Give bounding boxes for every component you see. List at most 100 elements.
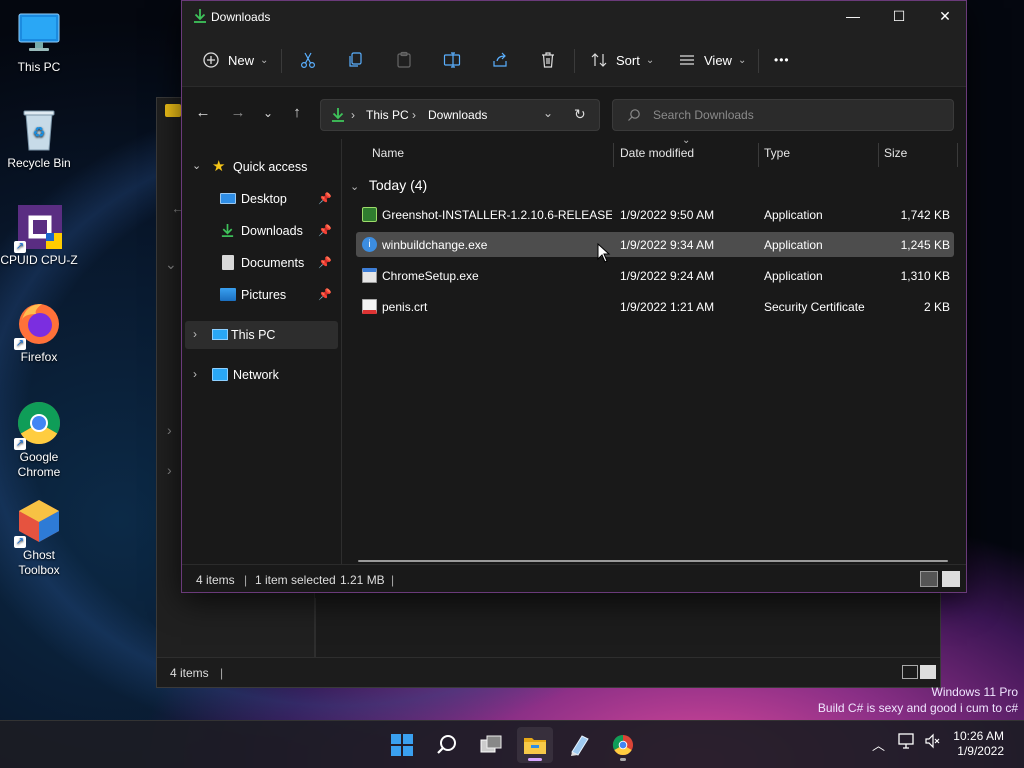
large-icons-view-button[interactable] [942, 571, 960, 587]
sort-arrows-icon [590, 51, 608, 69]
more-options-button[interactable]: ••• [774, 45, 790, 75]
system-clock[interactable]: 10:26 AM 1/9/2022 [953, 729, 1004, 759]
volume-muted-icon[interactable] [924, 733, 942, 752]
table-row[interactable]: i winbuildchange.exe 1/9/2022 9:34 AM Ap… [356, 232, 954, 257]
chevron-right-icon[interactable]: › [193, 367, 197, 381]
chevron-down-icon[interactable]: ⌄ [192, 159, 201, 172]
document-icon [222, 255, 234, 270]
certificate-icon [362, 299, 377, 314]
pane-splitter[interactable] [341, 139, 342, 564]
breadcrumb-this-pc[interactable]: This PC [366, 108, 409, 122]
desktop-icon-cpuz[interactable]: ↗ CPUID CPU-Z [0, 203, 78, 268]
address-row: ← → ⌄ ↑ › This PC › Downloads ⌄ ↻ Search… [182, 87, 966, 139]
windows-start-icon [391, 734, 413, 759]
task-view-button[interactable] [473, 727, 509, 763]
chevron-down-icon: ⌄ [260, 54, 269, 66]
address-dropdown-icon[interactable]: ⌄ [543, 106, 553, 120]
explorer-window[interactable]: Downloads — ☐ ✕ New ⌄ Sort ⌄ View ⌄ ••• … [181, 0, 967, 593]
back-button[interactable]: ← [191, 101, 215, 125]
toolbar-separator [574, 49, 575, 73]
notepad-icon [568, 734, 590, 759]
breadcrumb-separator[interactable]: › [351, 108, 355, 122]
cut-button[interactable] [299, 45, 317, 75]
taskbar: ︿ 10:26 AM 1/9/2022 [0, 720, 1024, 768]
new-button[interactable]: New ⌄ [202, 45, 268, 75]
chevron-right-icon[interactable]: › [167, 462, 172, 478]
nav-item-desktop[interactable]: Desktop 📌 [182, 185, 338, 213]
more-dots-icon: ••• [774, 53, 790, 67]
clock-date: 1/9/2022 [957, 744, 1004, 758]
table-row[interactable]: penis.crt 1/9/2022 1:21 AM Security Cert… [356, 294, 954, 319]
nav-item-network[interactable]: › Network [182, 361, 338, 389]
table-row[interactable]: ChromeSetup.exe 1/9/2022 9:24 AM Applica… [356, 263, 954, 288]
breadcrumb-downloads[interactable]: Downloads [428, 108, 487, 122]
nav-item-pictures[interactable]: Pictures 📌 [182, 281, 338, 309]
column-header-size[interactable]: Size [884, 146, 907, 160]
maximize-button[interactable]: ☐ [876, 1, 922, 33]
background-item-count: 4 items [170, 666, 209, 680]
address-bar[interactable]: › This PC › Downloads ⌄ ↻ [320, 99, 600, 131]
show-hidden-icons-button[interactable]: ︿ [872, 735, 885, 754]
minimize-button[interactable]: — [830, 1, 876, 33]
cpuz-icon: ↗ [14, 203, 62, 253]
desktop-icon-chrome[interactable]: ↗ Google Chrome [0, 400, 78, 480]
table-row[interactable]: Greenshot-INSTALLER-1.2.10.6-RELEASE....… [356, 202, 954, 227]
group-header-today[interactable]: ⌄ Today (4) [350, 177, 427, 193]
copy-button[interactable] [347, 45, 365, 75]
desktop-icon-recycle-bin[interactable]: ♻ Recycle Bin [0, 106, 78, 171]
running-indicator [620, 758, 626, 761]
rename-button[interactable] [443, 45, 461, 75]
paste-button[interactable] [395, 45, 413, 75]
file-type: Application [764, 269, 823, 283]
column-header-date[interactable]: Date modified [620, 146, 694, 160]
taskbar-chrome[interactable] [605, 727, 641, 763]
chevron-right-icon[interactable]: › [167, 422, 172, 438]
chevron-right-icon[interactable]: › [193, 327, 197, 341]
shortcut-arrow-icon: ↗ [14, 241, 26, 253]
desktop-icon-this-pc[interactable]: This PC [0, 10, 78, 75]
desktop-icon-firefox[interactable]: ↗ Firefox [0, 300, 78, 365]
taskbar-notepad[interactable] [561, 727, 597, 763]
taskbar-search-button[interactable] [429, 727, 465, 763]
column-separator[interactable] [613, 143, 614, 167]
close-button[interactable]: ✕ [922, 1, 968, 33]
file-name: penis.crt [382, 300, 428, 314]
column-header-name[interactable]: Name [372, 146, 404, 160]
desktop-icon-label: Ghost Toolbox [18, 548, 60, 577]
file-size: 1,310 KB [900, 269, 950, 283]
recent-locations-button[interactable]: ⌄ [256, 101, 280, 125]
up-button[interactable]: ↑ [285, 101, 309, 125]
watermark-edition: Windows 11 Pro [931, 685, 1018, 699]
view-button[interactable]: View ⌄ [678, 45, 746, 75]
column-separator[interactable] [758, 143, 759, 167]
details-view-icon[interactable] [902, 665, 918, 679]
horizontal-scrollbar[interactable] [358, 560, 948, 562]
details-view-button[interactable] [920, 571, 938, 587]
monitor-icon [212, 329, 228, 340]
nav-item-downloads[interactable]: Downloads 📌 [182, 217, 338, 245]
desktop-icon-ghost-toolbox[interactable]: ↗ Ghost Toolbox [0, 498, 78, 578]
column-header-type[interactable]: Type [764, 146, 790, 160]
nav-item-documents[interactable]: Documents 📌 [182, 249, 338, 277]
refresh-icon[interactable]: ↻ [574, 106, 586, 123]
breadcrumb-separator[interactable]: › [412, 108, 416, 122]
file-date: 1/9/2022 9:34 AM [620, 238, 715, 252]
taskbar-file-explorer[interactable] [517, 727, 553, 763]
nav-quick-access[interactable]: ⌄ ★ Quick access [182, 153, 338, 181]
tiles-view-icon[interactable] [920, 665, 936, 679]
device-icon[interactable] [898, 733, 916, 752]
nav-item-this-pc[interactable]: › This PC [185, 321, 338, 349]
column-separator[interactable] [878, 143, 879, 167]
pictures-icon [220, 288, 236, 301]
forward-button[interactable]: → [226, 101, 250, 125]
sort-indicator-icon: ⌄ [682, 135, 691, 146]
start-button[interactable] [384, 727, 420, 763]
chevron-down-icon[interactable]: ⌄ [165, 256, 177, 273]
delete-button[interactable] [539, 45, 557, 75]
column-separator[interactable] [957, 143, 958, 167]
sort-button[interactable]: Sort ⌄ [590, 45, 654, 75]
status-bar: 4 items | 1 item selected 1.21 MB | [182, 564, 966, 592]
title-bar[interactable]: Downloads — ☐ ✕ [182, 1, 966, 33]
search-box[interactable]: Search Downloads [612, 99, 954, 131]
share-button[interactable] [491, 45, 509, 75]
